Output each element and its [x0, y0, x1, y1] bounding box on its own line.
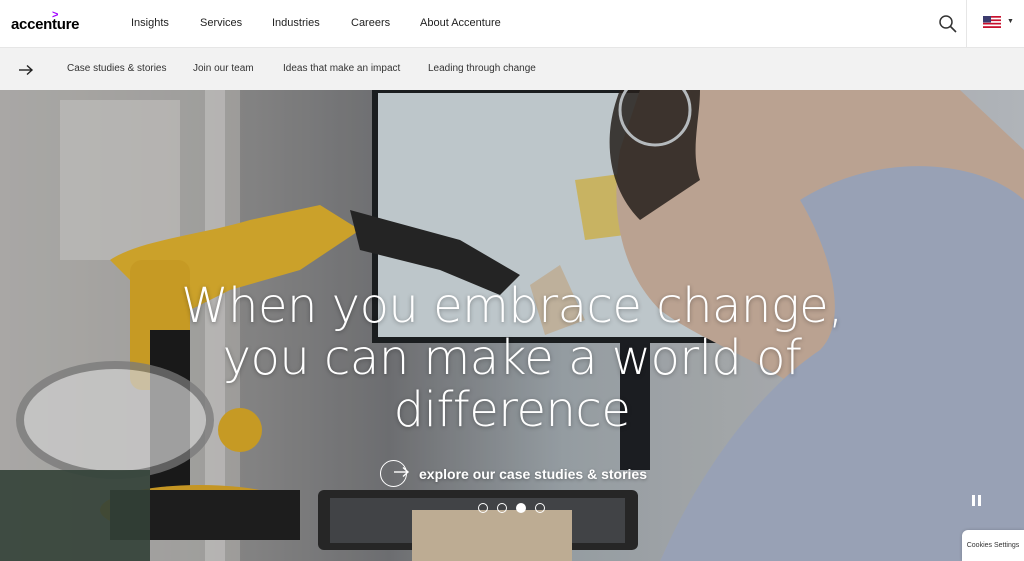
cookies-settings-button[interactable]: Cookies Settings [962, 530, 1024, 561]
hero-title: When you embrace change, you can make a … [112, 280, 912, 436]
nav-divider [966, 0, 967, 48]
chevron-down-icon: ▼ [1007, 18, 1014, 25]
carousel-dot-2[interactable] [497, 503, 507, 513]
subnav-ideas[interactable]: Ideas that make an impact [283, 63, 400, 74]
carousel-dot-1[interactable] [478, 503, 488, 513]
hero-title-line-3: difference [393, 382, 631, 438]
hero-banner: When you embrace change, you can make a … [0, 90, 1024, 561]
top-navigation: > accenture Insights Services Industries… [0, 0, 1024, 48]
search-icon[interactable] [937, 13, 959, 35]
arrow-right-icon [394, 466, 410, 478]
hero-title-line-1: When you embrace change, [181, 278, 843, 334]
us-flag-icon [983, 16, 1001, 28]
secondary-navigation: Case studies & stories Join our team Ide… [0, 48, 1024, 90]
pause-icon[interactable] [970, 495, 984, 509]
subnav-leading-change[interactable]: Leading through change [428, 63, 536, 74]
logo-text: accenture [11, 16, 80, 33]
subnav-case-studies[interactable]: Case studies & stories [67, 63, 167, 74]
nav-industries[interactable]: Industries [272, 17, 320, 29]
accenture-logo[interactable]: > accenture [11, 10, 87, 38]
nav-services[interactable]: Services [200, 17, 242, 29]
cta-label: explore our case studies & stories [419, 466, 647, 482]
nav-careers[interactable]: Careers [351, 17, 390, 29]
nav-about-accenture[interactable]: About Accenture [420, 17, 501, 29]
country-selector[interactable]: ▼ [983, 16, 1015, 30]
carousel-dot-4[interactable] [535, 503, 545, 513]
arrow-right-icon[interactable] [18, 63, 34, 76]
hero-title-line-2: you can make a world of [222, 330, 802, 386]
subnav-join-our-team[interactable]: Join our team [193, 63, 254, 74]
nav-insights[interactable]: Insights [131, 17, 169, 29]
carousel-dot-3[interactable] [516, 503, 526, 513]
